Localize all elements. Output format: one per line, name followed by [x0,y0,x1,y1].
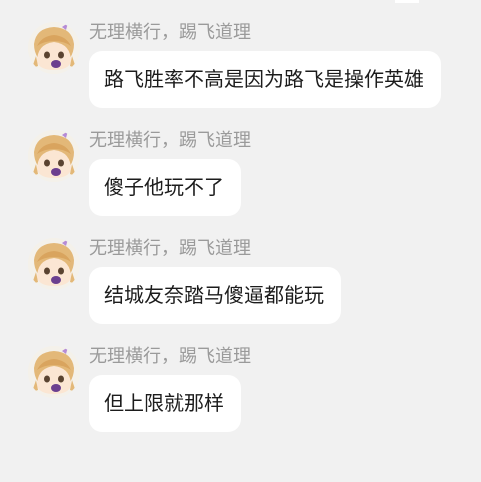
avatar-icon[interactable] [28,22,80,74]
sender-name: 无理横行，踢飞道理 [89,130,251,151]
avatar-icon[interactable] [28,346,80,398]
message-bubble[interactable]: 但上限就那样 [89,375,241,432]
sender-name: 无理横行，踢飞道理 [89,22,251,43]
chat-view: 无理横行，踢飞道理 路飞胜率不高是因为路飞是操作英雄 无理横行，踢飞道理 傻子他… [0,0,481,482]
sender-name: 无理横行，踢飞道理 [89,238,251,259]
message-bubble[interactable]: 路飞胜率不高是因为路飞是操作英雄 [89,51,441,108]
sender-name: 无理横行，踢飞道理 [89,346,251,367]
scroll-indicator [395,0,419,3]
message-bubble[interactable]: 结城友奈踏马傻逼都能玩 [89,267,341,324]
avatar-icon[interactable] [28,130,80,182]
avatar-icon[interactable] [28,238,80,290]
message-bubble[interactable]: 傻子他玩不了 [89,159,241,216]
